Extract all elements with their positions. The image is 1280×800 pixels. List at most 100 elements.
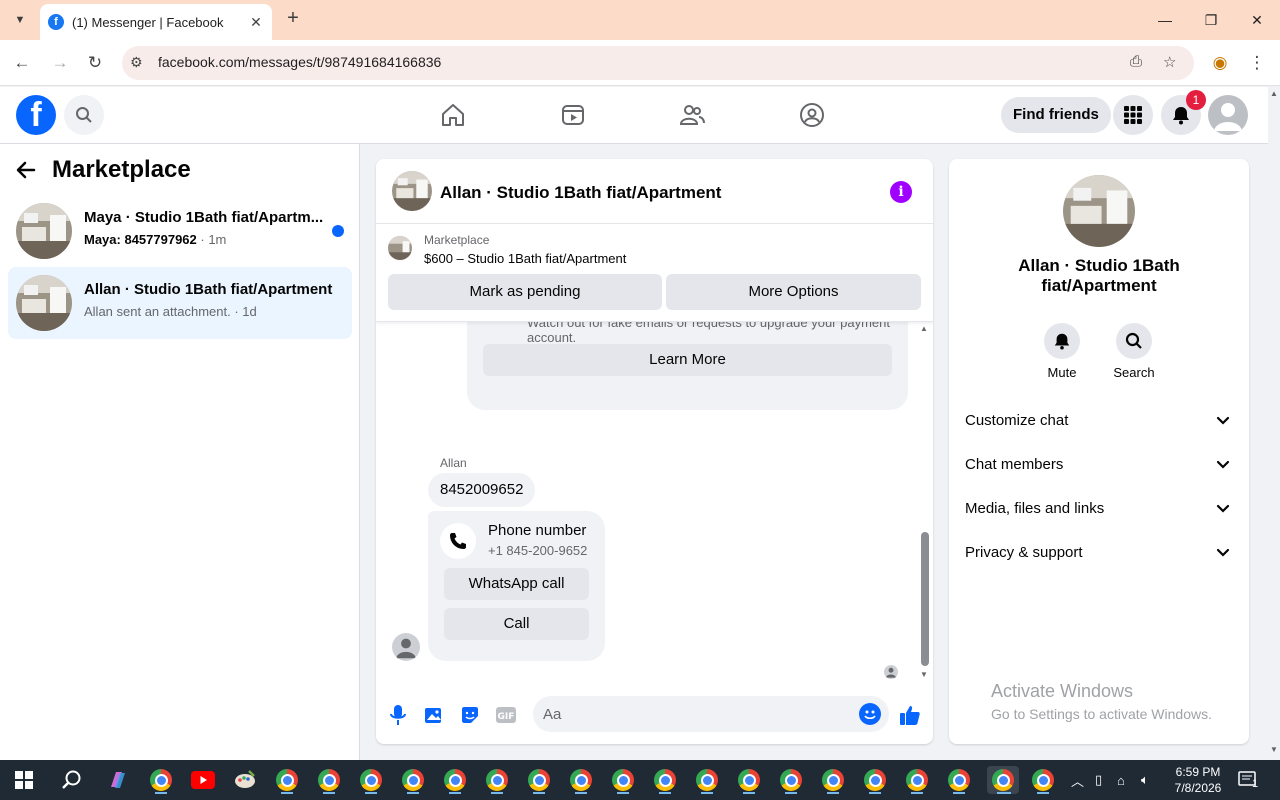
customize-chat-section[interactable]: Customize chat [957,399,1241,443]
page-scroll-up-icon[interactable]: ▲ [1270,89,1278,98]
learn-more-button[interactable]: Learn More [483,344,892,376]
chrome-profile-icon[interactable] [693,766,721,794]
notification-center-icon[interactable]: 1 [1238,760,1258,800]
photo-icon[interactable] [422,703,446,727]
call-button[interactable]: Call [444,608,589,640]
scroll-up-arrow-icon[interactable]: ▲ [920,324,928,333]
privacy-support-section[interactable]: Privacy & support [957,531,1241,575]
scroll-down-arrow-icon[interactable]: ▼ [920,670,928,679]
install-app-icon[interactable]: ⎙ [1130,53,1142,70]
find-friends-button[interactable]: Find friends [1001,97,1111,133]
tray-chevron-up-icon[interactable]: ︿ [1071,760,1084,800]
home-icon[interactable] [439,101,467,129]
chrome-profile-icon[interactable] [1029,766,1057,794]
info-icon[interactable]: i [890,181,912,203]
chat-profile-thumbnail[interactable] [1063,175,1135,247]
chrome-profile-icon[interactable] [903,766,931,794]
taskbar-search-icon[interactable] [58,766,86,794]
search-icon[interactable] [64,95,104,135]
groups-icon[interactable] [798,101,826,129]
chat-thumbnail[interactable] [392,171,432,211]
sticker-icon[interactable] [458,703,482,727]
new-tab-button[interactable]: + [282,8,304,30]
chrome-profile-icon[interactable] [777,766,805,794]
chrome-profile-icon[interactable] [651,766,679,794]
mark-as-pending-button[interactable]: Mark as pending [388,274,662,310]
forward-button[interactable]: → [48,51,72,75]
omnibox[interactable]: ⚙ facebook.com/messages/t/98749168416683… [122,46,1194,80]
microphone-icon[interactable] [386,703,410,727]
back-arrow-icon[interactable] [16,160,36,180]
restore-button[interactable]: ❐ [1188,0,1234,40]
conversation-item-allan[interactable]: Allan · Studio 1Bath fiat/Apartment Alla… [8,267,352,339]
network-icon[interactable]: ⌂ [1117,760,1125,800]
warning-text: Watch out for fake emails or requests to… [527,322,890,345]
sender-avatar[interactable] [392,633,420,661]
back-button[interactable]: ← [10,51,34,75]
page-scroll-down-icon[interactable]: ▼ [1270,745,1278,754]
reload-button[interactable]: ↻ [83,51,107,75]
whatsapp-call-button[interactable]: WhatsApp call [444,568,589,600]
windows-start-icon[interactable] [10,766,38,794]
chrome-profile-icon[interactable] [273,766,301,794]
thumbs-up-icon[interactable] [898,703,922,727]
chrome-profile-icon[interactable] [567,766,595,794]
chat-members-section[interactable]: Chat members [957,443,1241,487]
chrome-profile-icon[interactable] [483,766,511,794]
search-icon[interactable] [1116,323,1152,359]
page-scrollbar[interactable]: ▲ ▼ [1268,87,1280,760]
menu-grid-icon[interactable] [1113,95,1153,135]
gif-icon[interactable]: GIF [494,703,518,727]
site-info-icon[interactable]: ⚙ [130,54,143,71]
friends-icon[interactable] [678,101,706,129]
listing-title[interactable]: $600 – Studio 1Bath fiat/Apartment [424,251,626,266]
chrome-profile-icon[interactable] [861,766,889,794]
thread-scrollbar[interactable]: ▲ ▼ [918,322,932,682]
media-files-links-section[interactable]: Media, files and links [957,487,1241,531]
message-thread[interactable]: Watch out for fake emails or requests to… [376,322,933,682]
more-options-button[interactable]: More Options [666,274,921,310]
chrome-profile-icon[interactable] [945,766,973,794]
chrome-menu-icon[interactable]: ⋮ [1245,51,1269,75]
facebook-favicon-icon: f [48,14,64,30]
mute-action[interactable]: Mute [1032,323,1092,380]
chat-title[interactable]: Allan · Studio 1Bath fiat/Apartment [440,183,721,203]
youtube-icon[interactable] [189,766,217,794]
bell-icon[interactable] [1044,323,1080,359]
message-input[interactable] [543,696,843,732]
search-action[interactable]: Search [1104,323,1164,380]
taskbar-clock[interactable]: 6:59 PM 7/8/2026 [1166,764,1230,796]
message-bubble[interactable]: 8452009652 [428,473,536,507]
conversation-item-maya[interactable]: Maya · Studio 1Bath fiat/Apartm... Maya:… [8,195,352,267]
chrome-taskbar-icon[interactable] [147,766,175,794]
account-avatar[interactable] [1208,95,1248,135]
url-text[interactable]: facebook.com/messages/t/987491684166836 [158,54,441,70]
chrome-profile-icon[interactable] [441,766,469,794]
volume-icon[interactable]: 🔈︎ [1141,760,1149,800]
unread-dot [332,225,344,237]
tab-close-icon[interactable]: ✕ [248,14,264,31]
window-close-button[interactable]: ✕ [1234,0,1280,40]
scrollbar-thumb[interactable] [921,532,929,666]
chrome-profile-icon[interactable] [357,766,385,794]
tray-device-icon[interactable]: ▯ [1095,760,1102,800]
minimize-button[interactable]: — [1142,0,1188,40]
chrome-profile-icon[interactable] [735,766,763,794]
chevron-down-icon [1216,504,1230,513]
chrome-profile-icon[interactable] [525,766,553,794]
video-icon[interactable] [559,101,587,129]
chrome-profile-icon[interactable] [399,766,427,794]
browser-tab[interactable]: f (1) Messenger | Facebook ✕ [40,4,272,40]
chrome-active-window-icon[interactable] [987,766,1019,794]
profile-icon[interactable]: ◉ [1208,51,1232,75]
chrome-profile-icon[interactable] [315,766,343,794]
chrome-profile-icon[interactable] [819,766,847,794]
chevron-down-icon [1216,416,1230,425]
paint-app-icon[interactable] [231,766,259,794]
chrome-profile-icon[interactable] [609,766,637,794]
tab-search-chevron-icon[interactable]: ▼ [8,8,32,32]
bookmark-star-icon[interactable]: ☆ [1163,53,1176,71]
emoji-icon[interactable] [859,703,881,725]
copilot-icon[interactable] [104,766,132,794]
facebook-logo-icon[interactable]: f [16,95,56,135]
